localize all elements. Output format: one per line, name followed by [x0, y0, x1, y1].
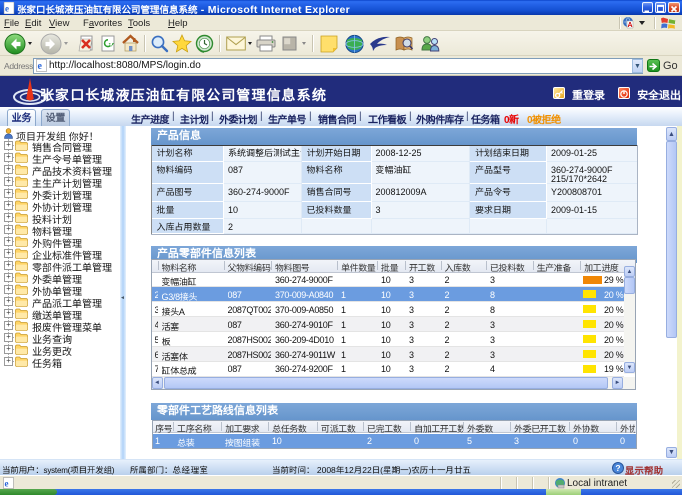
svg-text:e: e	[38, 61, 43, 72]
svg-text:e: e	[5, 479, 9, 489]
svg-text:e: e	[5, 4, 9, 14]
svg-text:A: A	[628, 22, 633, 29]
svg-text:?: ?	[615, 463, 620, 473]
